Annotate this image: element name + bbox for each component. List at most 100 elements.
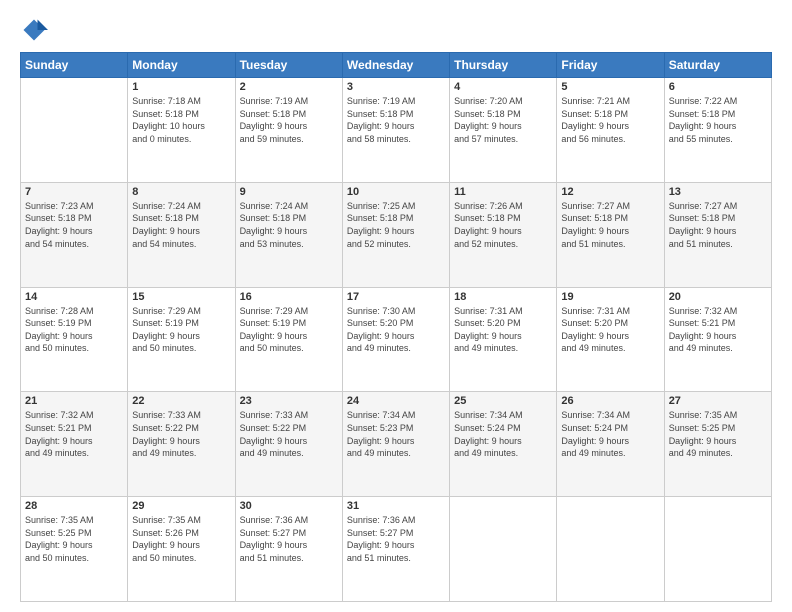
day-info: Sunrise: 7:35 AM Sunset: 5:26 PM Dayligh…	[132, 514, 230, 564]
day-number: 13	[669, 186, 767, 198]
day-info: Sunrise: 7:35 AM Sunset: 5:25 PM Dayligh…	[25, 514, 123, 564]
day-info: Sunrise: 7:34 AM Sunset: 5:24 PM Dayligh…	[561, 409, 659, 459]
day-info: Sunrise: 7:24 AM Sunset: 5:18 PM Dayligh…	[132, 200, 230, 250]
day-number: 15	[132, 291, 230, 303]
calendar-cell: 20 Sunrise: 7:32 AM Sunset: 5:21 PM Dayli…	[664, 287, 771, 392]
day-info: Sunrise: 7:31 AM Sunset: 5:20 PM Dayligh…	[561, 305, 659, 355]
calendar-cell: 14 Sunrise: 7:28 AM Sunset: 5:19 PM Dayli…	[21, 287, 128, 392]
calendar-cell: 2 Sunrise: 7:19 AM Sunset: 5:18 PM Daylig…	[235, 78, 342, 183]
day-info: Sunrise: 7:20 AM Sunset: 5:18 PM Dayligh…	[454, 95, 552, 145]
calendar-cell: 16Sunrise: 7:29 AM Sunset: 5:19 PM Dayli…	[235, 287, 342, 392]
day-number: 21	[25, 395, 123, 407]
day-info: Sunrise: 7:32 AM Sunset: 5:21 PM Dayligh…	[25, 409, 123, 459]
day-info: Sunrise: 7:19 AM Sunset: 5:18 PM Dayligh…	[240, 95, 338, 145]
calendar-cell: 19 Sunrise: 7:31 AM Sunset: 5:20 PM Dayli…	[557, 287, 664, 392]
calendar-cell: 18 Sunrise: 7:31 AM Sunset: 5:20 PM Dayli…	[450, 287, 557, 392]
weekday-header-wednesday: Wednesday	[342, 53, 449, 78]
day-info: Sunrise: 7:36 AM Sunset: 5:27 PM Dayligh…	[240, 514, 338, 564]
weekday-header-row: SundayMondayTuesdayWednesdayThursdayFrid…	[21, 53, 772, 78]
day-info: Sunrise: 7:35 AM Sunset: 5:25 PM Dayligh…	[669, 409, 767, 459]
day-info: Sunrise: 7:26 AM Sunset: 5:18 PM Dayligh…	[454, 200, 552, 250]
header	[20, 16, 772, 44]
day-number: 11	[454, 186, 552, 198]
day-number: 26	[561, 395, 659, 407]
calendar-cell: 4Sunrise: 7:20 AM Sunset: 5:18 PM Daylig…	[450, 78, 557, 183]
day-number: 30	[240, 500, 338, 512]
day-info: Sunrise: 7:32 AM Sunset: 5:21 PM Dayligh…	[669, 305, 767, 355]
calendar-cell: 1Sunrise: 7:18 AM Sunset: 5:18 PM Daylig…	[128, 78, 235, 183]
calendar-week-row: 14 Sunrise: 7:28 AM Sunset: 5:19 PM Dayli…	[21, 287, 772, 392]
day-info: Sunrise: 7:31 AM Sunset: 5:20 PM Dayligh…	[454, 305, 552, 355]
day-number: 17	[347, 291, 445, 303]
calendar-cell	[664, 497, 771, 602]
day-info: Sunrise: 7:29 AM Sunset: 5:19 PM Dayligh…	[240, 305, 338, 355]
calendar-cell	[450, 497, 557, 602]
day-info: Sunrise: 7:28 AM Sunset: 5:19 PM Dayligh…	[25, 305, 123, 355]
day-number: 9	[240, 186, 338, 198]
calendar-cell: 21 Sunrise: 7:32 AM Sunset: 5:21 PM Dayli…	[21, 392, 128, 497]
day-number: 12	[561, 186, 659, 198]
calendar-cell: 31 Sunrise: 7:36 AM Sunset: 5:27 PM Dayli…	[342, 497, 449, 602]
calendar-cell: 9 Sunrise: 7:24 AM Sunset: 5:18 PM Daylig…	[235, 182, 342, 287]
day-info: Sunrise: 7:27 AM Sunset: 5:18 PM Dayligh…	[669, 200, 767, 250]
calendar-cell: 29 Sunrise: 7:35 AM Sunset: 5:26 PM Dayli…	[128, 497, 235, 602]
day-number: 25	[454, 395, 552, 407]
day-info: Sunrise: 7:29 AM Sunset: 5:19 PM Dayligh…	[132, 305, 230, 355]
calendar-cell: 8 Sunrise: 7:24 AM Sunset: 5:18 PM Daylig…	[128, 182, 235, 287]
calendar-cell: 7Sunrise: 7:23 AM Sunset: 5:18 PM Daylig…	[21, 182, 128, 287]
day-info: Sunrise: 7:33 AM Sunset: 5:22 PM Dayligh…	[132, 409, 230, 459]
day-info: Sunrise: 7:34 AM Sunset: 5:24 PM Dayligh…	[454, 409, 552, 459]
day-number: 31	[347, 500, 445, 512]
day-number: 3	[347, 81, 445, 93]
calendar-cell: 25 Sunrise: 7:34 AM Sunset: 5:24 PM Dayli…	[450, 392, 557, 497]
calendar-cell: 17 Sunrise: 7:30 AM Sunset: 5:20 PM Dayli…	[342, 287, 449, 392]
calendar-week-row: 7Sunrise: 7:23 AM Sunset: 5:18 PM Daylig…	[21, 182, 772, 287]
day-info: Sunrise: 7:34 AM Sunset: 5:23 PM Dayligh…	[347, 409, 445, 459]
weekday-header-tuesday: Tuesday	[235, 53, 342, 78]
day-info: Sunrise: 7:23 AM Sunset: 5:18 PM Dayligh…	[25, 200, 123, 250]
day-number: 10	[347, 186, 445, 198]
day-number: 22	[132, 395, 230, 407]
day-number: 14	[25, 291, 123, 303]
calendar-cell: 26 Sunrise: 7:34 AM Sunset: 5:24 PM Dayli…	[557, 392, 664, 497]
calendar-cell	[557, 497, 664, 602]
logo	[20, 16, 52, 44]
calendar-cell: 23 Sunrise: 7:33 AM Sunset: 5:22 PM Dayli…	[235, 392, 342, 497]
calendar-cell: 24Sunrise: 7:34 AM Sunset: 5:23 PM Dayli…	[342, 392, 449, 497]
day-info: Sunrise: 7:25 AM Sunset: 5:18 PM Dayligh…	[347, 200, 445, 250]
day-number: 28	[25, 500, 123, 512]
day-number: 8	[132, 186, 230, 198]
day-number: 23	[240, 395, 338, 407]
day-info: Sunrise: 7:21 AM Sunset: 5:18 PM Dayligh…	[561, 95, 659, 145]
weekday-header-saturday: Saturday	[664, 53, 771, 78]
day-info: Sunrise: 7:18 AM Sunset: 5:18 PM Dayligh…	[132, 95, 230, 145]
calendar-cell: 22 Sunrise: 7:33 AM Sunset: 5:22 PM Dayli…	[128, 392, 235, 497]
day-info: Sunrise: 7:27 AM Sunset: 5:18 PM Dayligh…	[561, 200, 659, 250]
day-number: 29	[132, 500, 230, 512]
weekday-header-friday: Friday	[557, 53, 664, 78]
calendar-cell	[21, 78, 128, 183]
calendar-table: SundayMondayTuesdayWednesdayThursdayFrid…	[20, 52, 772, 602]
day-info: Sunrise: 7:30 AM Sunset: 5:20 PM Dayligh…	[347, 305, 445, 355]
day-number: 19	[561, 291, 659, 303]
day-info: Sunrise: 7:33 AM Sunset: 5:22 PM Dayligh…	[240, 409, 338, 459]
day-number: 18	[454, 291, 552, 303]
calendar-cell: 11 Sunrise: 7:26 AM Sunset: 5:18 PM Dayli…	[450, 182, 557, 287]
logo-icon	[20, 16, 48, 44]
weekday-header-monday: Monday	[128, 53, 235, 78]
calendar-cell: 3 Sunrise: 7:19 AM Sunset: 5:18 PM Daylig…	[342, 78, 449, 183]
calendar-week-row: 21 Sunrise: 7:32 AM Sunset: 5:21 PM Dayli…	[21, 392, 772, 497]
calendar-cell: 5 Sunrise: 7:21 AM Sunset: 5:18 PM Daylig…	[557, 78, 664, 183]
day-number: 2	[240, 81, 338, 93]
calendar-week-row: 28 Sunrise: 7:35 AM Sunset: 5:25 PM Dayli…	[21, 497, 772, 602]
day-info: Sunrise: 7:22 AM Sunset: 5:18 PM Dayligh…	[669, 95, 767, 145]
day-number: 5	[561, 81, 659, 93]
calendar-cell: 15 Sunrise: 7:29 AM Sunset: 5:19 PM Dayli…	[128, 287, 235, 392]
day-number: 20	[669, 291, 767, 303]
calendar-page: SundayMondayTuesdayWednesdayThursdayFrid…	[0, 0, 792, 612]
day-info: Sunrise: 7:24 AM Sunset: 5:18 PM Dayligh…	[240, 200, 338, 250]
weekday-header-sunday: Sunday	[21, 53, 128, 78]
day-info: Sunrise: 7:36 AM Sunset: 5:27 PM Dayligh…	[347, 514, 445, 564]
day-info: Sunrise: 7:19 AM Sunset: 5:18 PM Dayligh…	[347, 95, 445, 145]
day-number: 6	[669, 81, 767, 93]
